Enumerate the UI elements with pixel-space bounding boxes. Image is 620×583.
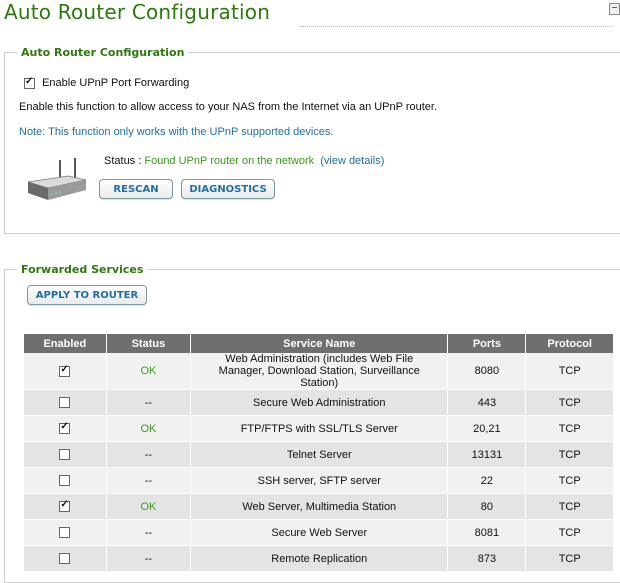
column-header-enabled: Enabled xyxy=(24,334,107,353)
protocol-cell: TCP xyxy=(525,493,614,520)
service-checkbox[interactable] xyxy=(59,553,71,565)
upnp-legend: Auto Router Configuration xyxy=(21,46,185,59)
service-name-cell: FTP/FTPS with SSL/TLS Server xyxy=(190,415,449,442)
page-title: Auto Router Configuration xyxy=(4,0,271,24)
status-cell: OK xyxy=(106,415,192,442)
ports-cell: 8081 xyxy=(447,519,527,546)
status-cell: OK xyxy=(106,493,192,520)
status-cell: -- xyxy=(106,467,192,494)
table-row: -- SSH server, SFTP server 22 TCP xyxy=(24,467,614,494)
upnp-note: Note: This function only works with the … xyxy=(19,126,334,138)
table-row: -- Secure Web Administration 443 TCP xyxy=(24,389,614,416)
protocol-cell: TCP xyxy=(525,545,614,572)
view-details-link[interactable]: (view details) xyxy=(320,155,384,167)
service-name-cell: SSH server, SFTP server xyxy=(190,467,449,494)
service-name-cell: Remote Replication xyxy=(190,545,449,572)
service-checkbox[interactable] xyxy=(59,499,71,513)
enabled-cell xyxy=(24,441,107,468)
ports-cell: 443 xyxy=(447,389,527,416)
table-header-row: Enabled Status Service Name Ports Protoc… xyxy=(24,334,614,353)
table-row: -- Secure Web Server 8081 TCP xyxy=(24,519,614,546)
ports-cell: 20,21 xyxy=(447,415,527,442)
service-name-cell: Web Server, Multimedia Station xyxy=(190,493,449,520)
enable-upnp-row[interactable]: Enable UPnP Port Forwarding xyxy=(24,76,190,90)
forwarded-services-legend: Forwarded Services xyxy=(21,263,144,276)
services-table: Enabled Status Service Name Ports Protoc… xyxy=(24,334,614,572)
service-name-cell: Secure Web Server xyxy=(190,519,449,546)
enabled-cell xyxy=(24,353,107,390)
router-icon xyxy=(27,158,87,200)
service-checkbox[interactable] xyxy=(59,449,71,461)
status-cell: -- xyxy=(106,441,192,468)
service-name-cell: Web Administration (includes Web File Ma… xyxy=(190,353,449,390)
service-checkbox[interactable] xyxy=(59,397,71,409)
window-corner-icon[interactable] xyxy=(609,3,620,15)
status-line: Status : Found UPnP router on the networ… xyxy=(104,155,384,167)
title-divider xyxy=(300,26,612,27)
enabled-cell xyxy=(24,545,107,572)
status-cell: -- xyxy=(106,519,192,546)
status-value: Found UPnP router on the network xyxy=(144,155,315,167)
protocol-cell: TCP xyxy=(525,353,614,390)
status-cell: -- xyxy=(106,545,192,572)
apply-to-router-button[interactable]: APPLY TO ROUTER xyxy=(27,285,147,305)
service-name-cell: Secure Web Administration xyxy=(190,389,449,416)
ports-cell: 80 xyxy=(447,493,527,520)
column-header-ports: Ports xyxy=(447,334,527,353)
upnp-description: Enable this function to allow access to … xyxy=(19,101,438,113)
rescan-button[interactable]: RESCAN xyxy=(99,179,173,199)
enable-upnp-checkbox[interactable] xyxy=(24,76,35,89)
enabled-cell xyxy=(24,519,107,546)
service-checkbox[interactable] xyxy=(59,364,71,377)
ports-cell: 873 xyxy=(447,545,527,572)
enabled-cell xyxy=(24,493,107,520)
protocol-cell: TCP xyxy=(525,389,614,416)
column-header-protocol: Protocol xyxy=(525,334,614,353)
enabled-cell xyxy=(24,467,107,494)
protocol-cell: TCP xyxy=(525,519,614,546)
status-cell: -- xyxy=(106,389,192,416)
service-name-cell: Telnet Server xyxy=(190,441,449,468)
status-cell: OK xyxy=(106,353,192,390)
table-row: OK Web Server, Multimedia Station 80 TCP xyxy=(24,493,614,520)
service-checkbox[interactable] xyxy=(59,475,71,487)
column-header-status: Status xyxy=(106,334,192,353)
upnp-fieldset: Auto Router Configuration xyxy=(4,46,620,234)
ports-cell: 13131 xyxy=(447,441,527,468)
enable-upnp-label: Enable UPnP Port Forwarding xyxy=(42,77,190,90)
enabled-cell xyxy=(24,415,107,442)
service-checkbox[interactable] xyxy=(59,421,71,435)
service-checkbox[interactable] xyxy=(59,527,71,539)
column-header-service-name: Service Name xyxy=(190,334,449,353)
status-label: Status : xyxy=(104,155,142,167)
diagnostics-button[interactable]: DIAGNOSTICS xyxy=(181,179,275,199)
ports-cell: 22 xyxy=(447,467,527,494)
table-row: -- Remote Replication 873 TCP xyxy=(24,545,614,572)
enabled-cell xyxy=(24,389,107,416)
ports-cell: 8080 xyxy=(447,353,527,390)
table-row: OK Web Administration (includes Web File… xyxy=(24,353,614,390)
table-row: -- Telnet Server 13131 TCP xyxy=(24,441,614,468)
protocol-cell: TCP xyxy=(525,441,614,468)
protocol-cell: TCP xyxy=(525,467,614,494)
table-row: OK FTP/FTPS with SSL/TLS Server 20,21 TC… xyxy=(24,415,614,442)
protocol-cell: TCP xyxy=(525,415,614,442)
